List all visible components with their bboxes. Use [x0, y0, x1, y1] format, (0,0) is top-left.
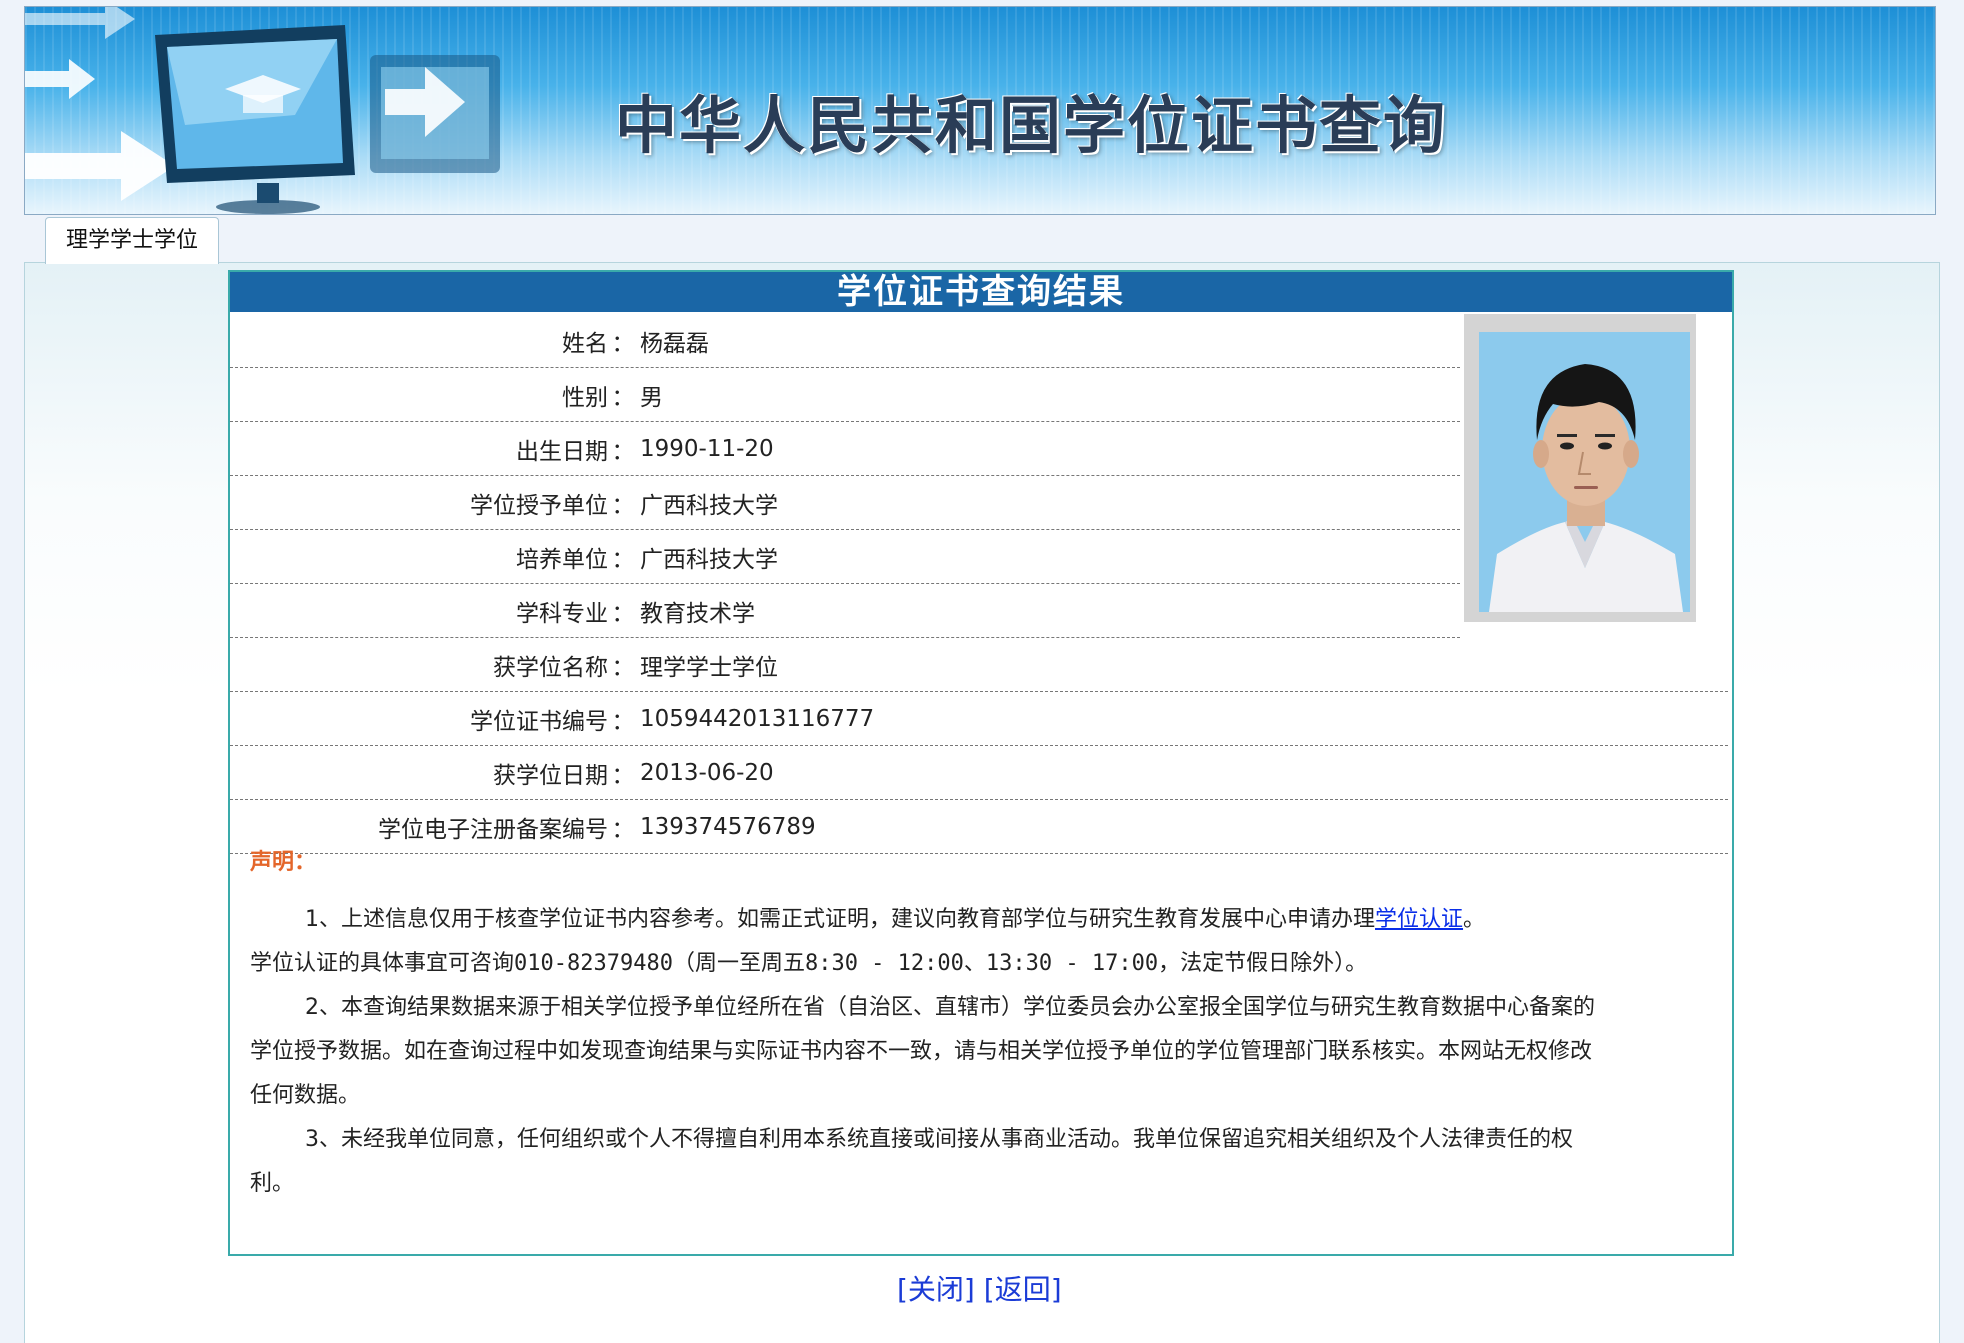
- row-value: 理学学士学位: [640, 654, 778, 681]
- row-label: 获学位日期: [493, 762, 608, 789]
- info-row-birthdate: 出生日期 ： 1990-11-20: [230, 422, 1460, 476]
- row-separator: ：: [611, 492, 635, 519]
- row-value: 1059442013116777: [640, 705, 875, 732]
- row-separator: ：: [611, 600, 635, 627]
- result-title: 学位证书查询结果: [230, 272, 1732, 312]
- contact-phone-hours: 010-82379480（周一至周五8:30 - 12:00、13:30 - 1…: [514, 951, 1368, 976]
- arrow-icon: [385, 67, 465, 137]
- row-separator: ：: [611, 816, 635, 843]
- row-separator: ：: [611, 762, 635, 789]
- row-separator: ：: [611, 708, 635, 735]
- info-row-gender: 性别 ： 男: [230, 368, 1460, 422]
- info-row-degree-name: 获学位名称 ： 理学学士学位: [230, 638, 1728, 692]
- statement-item-3: 3、未经我单位同意，任何组织或个人不得擅自利用本系统直接或间接从事商业活动。我单…: [250, 1127, 1574, 1196]
- row-separator: ：: [611, 438, 635, 465]
- row-separator: ：: [611, 546, 635, 573]
- row-separator: ：: [611, 330, 635, 357]
- info-row-granting-unit: 学位授予单位 ： 广西科技大学: [230, 476, 1460, 530]
- row-value: 2013-06-20: [640, 759, 774, 786]
- statement-text: 。: [1463, 907, 1486, 932]
- back-link[interactable]: [返回]: [984, 1273, 1062, 1306]
- row-label: 学位电子注册备案编号: [378, 816, 608, 843]
- query-result-box: 学位证书查询结果 姓名 ： 杨磊磊 性别 ： 男 出生日期 ： 1990-11-…: [228, 270, 1734, 1256]
- row-value: 广西科技大学: [640, 546, 778, 573]
- row-label: 学科专业: [516, 600, 608, 627]
- row-value: 男: [640, 384, 663, 411]
- row-value: 广西科技大学: [640, 492, 778, 519]
- footer-links: [关闭] [返回]: [897, 1268, 1062, 1308]
- header-banner: 中华人民共和国学位证书查询: [24, 6, 1936, 215]
- statement-title: 声明：: [250, 850, 317, 875]
- row-label: 学位授予单位: [470, 492, 608, 519]
- row-separator: ：: [611, 384, 635, 411]
- statement-text: 1、上述信息仅用于核查学位证书内容参考。如需正式证明，建议向教育部学位与研究生教…: [305, 907, 1376, 932]
- row-value: 教育技术学: [640, 600, 755, 627]
- statement-item-1: 1、上述信息仅用于核查学位证书内容参考。如需正式证明，建议向教育部学位与研究生教…: [250, 898, 1610, 942]
- info-row-name: 姓名 ： 杨磊磊: [230, 314, 1460, 368]
- row-label: 培养单位: [516, 546, 608, 573]
- info-row-training-unit: 培养单位 ： 广西科技大学: [230, 530, 1460, 584]
- row-label: 性别: [562, 384, 608, 411]
- statement-section: 声明： 1、上述信息仅用于核查学位证书内容参考。如需正式证明，建议向教育部学位与…: [250, 844, 1610, 1206]
- row-value: 杨磊磊: [640, 330, 709, 357]
- row-label: 出生日期: [516, 438, 608, 465]
- row-separator: ：: [611, 654, 635, 681]
- info-row-major: 学科专业 ： 教育技术学: [230, 584, 1460, 638]
- row-label: 获学位名称: [493, 654, 608, 681]
- photo-frame: [1464, 314, 1696, 622]
- close-link[interactable]: [关闭]: [897, 1273, 975, 1306]
- row-value: 139374576789: [640, 813, 816, 840]
- arrow-icon: [25, 7, 135, 39]
- degree-certification-link[interactable]: 学位认证: [1375, 907, 1463, 932]
- id-photo: [1479, 332, 1690, 612]
- info-row-certificate-number: 学位证书编号 ： 1059442013116777: [230, 692, 1728, 746]
- row-value: 1990-11-20: [640, 435, 774, 462]
- row-label: 学位证书编号: [470, 708, 608, 735]
- arrow-icon: [25, 59, 95, 99]
- statement-body: 1、上述信息仅用于核查学位证书内容参考。如需正式证明，建议向教育部学位与研究生教…: [250, 898, 1610, 1206]
- tab-degree-type[interactable]: 理学学士学位: [45, 217, 219, 264]
- statement-item-1-line-2: 学位认证的具体事宜可咨询010-82379480（周一至周五8:30 - 12:…: [250, 942, 1610, 986]
- row-label: 姓名: [562, 330, 608, 357]
- statement-item-2: 2、本查询结果数据来源于相关学位授予单位经所在省（自治区、直辖市）学位委员会办公…: [250, 995, 1596, 1108]
- site-title: 中华人民共和国学位证书查询: [615, 89, 1448, 162]
- info-row-degree-date: 获学位日期 ： 2013-06-20: [230, 746, 1728, 800]
- person-portrait-icon: [1479, 332, 1690, 612]
- statement-text: 学位认证的具体事宜可咨询: [250, 951, 515, 976]
